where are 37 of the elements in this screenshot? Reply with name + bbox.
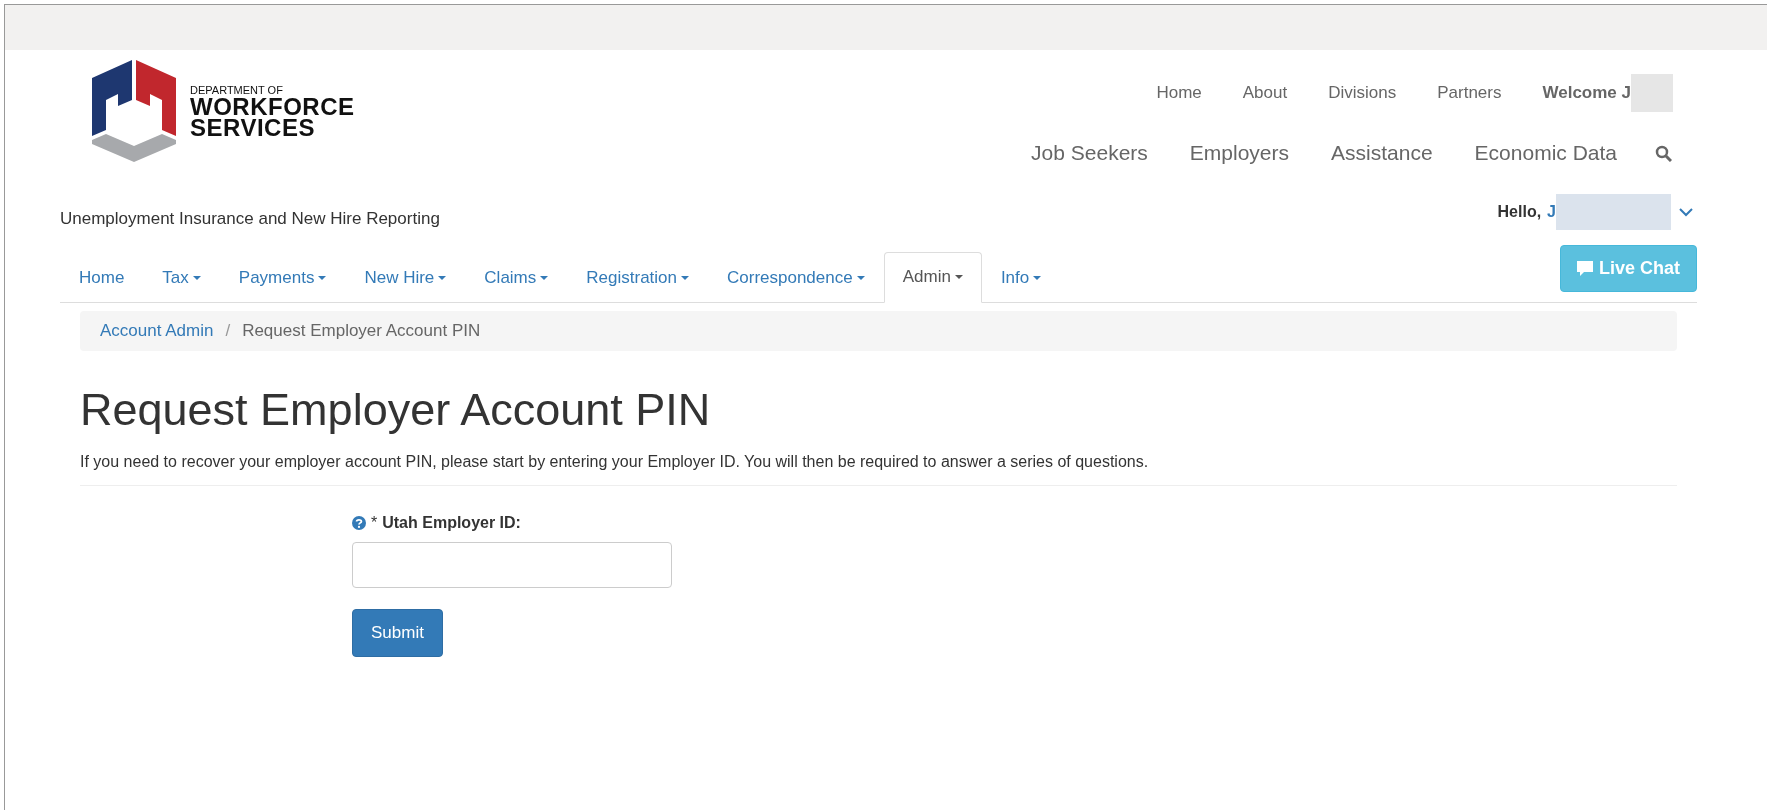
field-label: Utah Employer ID: bbox=[382, 513, 521, 532]
nav-tab[interactable]: Payments bbox=[219, 252, 346, 303]
page-title: Request Employer Account PIN bbox=[80, 385, 712, 435]
help-icon bbox=[352, 515, 366, 530]
welcome-text: Welcome J bbox=[1542, 83, 1631, 103]
nav-tab[interactable]: New Hire bbox=[345, 252, 466, 303]
nav-link[interactable]: Employers bbox=[1189, 141, 1290, 165]
input-field[interactable] bbox=[352, 541, 672, 588]
nav-link[interactable]: Home bbox=[1156, 83, 1202, 103]
site-subtitle: Unemployment Insurance and New Hire Reporting bbox=[60, 209, 440, 229]
nav-tab[interactable]: Info bbox=[981, 252, 1061, 303]
breadcrumb-link[interactable]: Account Admin bbox=[100, 321, 214, 341]
breadcrumb-separator: / bbox=[225, 321, 231, 341]
nav-link[interactable]: Assistance bbox=[1331, 141, 1433, 165]
nav-tab[interactable]: Correspondence bbox=[708, 252, 884, 303]
nav-link[interactable]: Job Seekers bbox=[1031, 141, 1148, 165]
nav-tab[interactable]: Tax bbox=[143, 252, 220, 303]
logo-text: DEPARTMENT OF bbox=[190, 84, 284, 96]
intro-text: If you need to recover your employer account PIN, please start by entering your Employer ID. You will then be required to answer a series of questions. bbox=[80, 452, 1150, 471]
greeting-text: Hello, bbox=[1497, 203, 1542, 221]
logo-icon bbox=[90, 60, 178, 162]
user-name-link[interactable]: J bbox=[1547, 203, 1556, 221]
nav-tab[interactable]: Admin bbox=[883, 252, 982, 303]
nav-link[interactable]: Partners bbox=[1437, 83, 1502, 103]
nav-link[interactable]: Economic Data bbox=[1474, 141, 1617, 165]
nav-tab[interactable]: Home bbox=[60, 252, 144, 303]
breadcrumb-current: Request Employer Account PIN bbox=[242, 321, 481, 341]
nav-tab[interactable]: Registration bbox=[567, 252, 708, 303]
logo-text: WORKFORCE bbox=[190, 96, 355, 117]
nav-link[interactable]: About bbox=[1242, 83, 1288, 103]
required-mark: * bbox=[371, 513, 378, 532]
nav-tab[interactable]: Claims bbox=[465, 252, 568, 303]
chat-bubble-icon bbox=[1576, 261, 1593, 276]
chevron-icon bbox=[1679, 207, 1693, 217]
submit-button[interactable]: Submit bbox=[352, 608, 443, 657]
logo-text: SERVICES bbox=[190, 117, 315, 138]
nav-link[interactable]: Divisions bbox=[1328, 83, 1397, 103]
